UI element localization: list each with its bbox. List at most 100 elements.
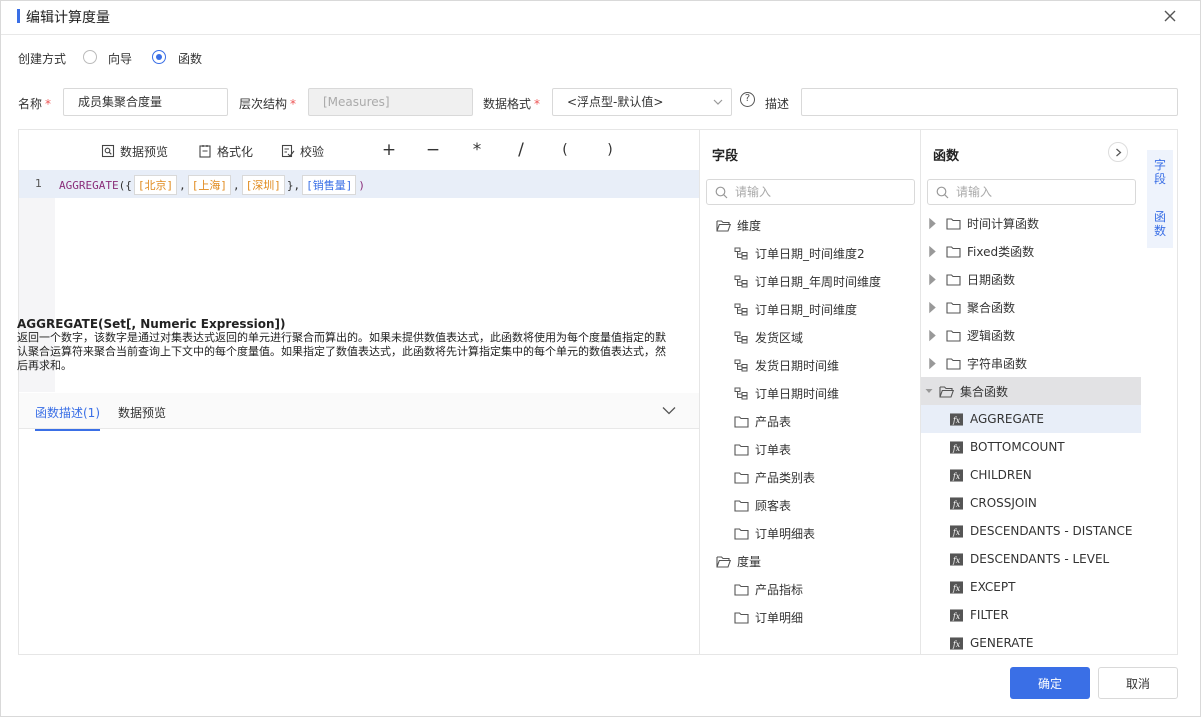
folder-icon — [946, 217, 961, 230]
field-item[interactable]: 订单日期_年周时间维度 — [734, 267, 881, 295]
fields-group[interactable]: 度量 — [716, 547, 761, 575]
field-item[interactable]: 产品类别表 — [734, 463, 815, 491]
caret-right-icon[interactable] — [925, 217, 940, 230]
field-item[interactable]: 订单日期_时间维度 — [734, 295, 857, 323]
operator-plus-button[interactable]: + — [380, 140, 398, 160]
operator-open-paren-button[interactable]: ( — [556, 142, 574, 158]
tab-function-description[interactable]: 函数描述(1) — [35, 404, 100, 431]
validate-button[interactable]: 校验 — [281, 142, 324, 160]
cancel-button[interactable]: 取消 — [1098, 667, 1178, 699]
operator-minus-button[interactable]: − — [424, 140, 442, 160]
tree-item-label: DESCENDANTS - DISTANCE — [970, 524, 1133, 538]
tree-item-label: CROSSJOIN — [970, 496, 1037, 510]
function-icon: fx — [949, 496, 964, 510]
fields-search-input[interactable] — [735, 183, 905, 201]
folder-icon — [734, 499, 749, 512]
close-button[interactable] — [1161, 7, 1179, 25]
field-item[interactable]: 发货区域 — [734, 323, 803, 351]
function-item[interactable]: fx DESCENDANTS - LEVEL — [921, 545, 1141, 573]
caret-right-icon[interactable] — [925, 329, 940, 342]
function-category[interactable]: 时间计算函数 — [921, 209, 1141, 237]
function-category[interactable]: 聚合函数 — [921, 293, 1141, 321]
tree-item-label: 发货区域 — [755, 330, 804, 345]
ok-button[interactable]: 确定 — [1010, 667, 1090, 699]
folder-icon — [734, 415, 749, 428]
operator-divide-button[interactable]: / — [512, 140, 530, 160]
hierarchy-icon — [734, 275, 749, 288]
close-icon — [1164, 10, 1176, 22]
functions-search[interactable] — [927, 179, 1136, 205]
tree-item-label: 订单表 — [755, 442, 792, 457]
tree-item-label: CHILDREN — [970, 468, 1032, 482]
tree-item-label: 产品类别表 — [755, 470, 816, 485]
name-input[interactable]: 成员集聚合度量 — [63, 88, 228, 116]
tree-item-label: 时间计算函数 — [967, 216, 1040, 231]
hierarchy-label-text: 层次结构 — [239, 97, 288, 111]
description-input[interactable] — [801, 88, 1178, 116]
caret-right-icon[interactable] — [925, 245, 940, 258]
function-item[interactable]: fx AGGREGATE — [921, 405, 1141, 433]
format-button[interactable]: 格式化 — [198, 142, 253, 160]
function-category[interactable]: 集合函数 — [921, 377, 1141, 405]
tree-item-label: 产品表 — [755, 414, 792, 429]
member-token[interactable]: [上海] — [187, 175, 231, 195]
field-item[interactable]: 顾客表 — [734, 491, 791, 519]
function-item[interactable]: fx DESCENDANTS - DISTANCE — [921, 517, 1141, 545]
mode-wizard-label[interactable]: 向导 — [108, 50, 132, 67]
field-item[interactable]: 产品指标 — [734, 575, 803, 603]
operator-multiply-button[interactable]: * — [468, 140, 486, 160]
help-icon[interactable]: ? — [740, 92, 755, 107]
data-preview-button[interactable]: 数据预览 — [101, 142, 168, 160]
svg-text:fx: fx — [952, 443, 961, 452]
code-line[interactable]: AGGREGATE ({ [北京] , [上海] , [深圳] }, [销售量]… — [59, 174, 365, 196]
side-tab-functions[interactable]: 函数 — [1147, 200, 1173, 248]
close-token: ) — [358, 178, 365, 192]
fields-group[interactable]: 维度 — [716, 211, 761, 239]
function-icon: fx — [949, 580, 964, 594]
preview-icon — [101, 144, 115, 158]
collapse-pane-button[interactable] — [1108, 142, 1128, 162]
mode-function-label[interactable]: 函数 — [178, 50, 202, 67]
caret-right-icon[interactable] — [925, 301, 940, 314]
tree-item-label: 订单日期_年周时间维度 — [755, 274, 882, 289]
functions-search-input[interactable] — [956, 183, 1126, 201]
member-token[interactable]: [北京] — [133, 175, 178, 195]
member-token[interactable]: [深圳] — [241, 175, 285, 195]
chevron-down-icon[interactable] — [662, 406, 676, 415]
field-item[interactable]: 发货日期时间维 — [734, 351, 839, 379]
field-item[interactable]: 订单明细表 — [734, 519, 815, 547]
caret-right-icon[interactable] — [925, 357, 940, 370]
caret-right-icon[interactable] — [925, 273, 940, 286]
function-category[interactable]: 日期函数 — [921, 265, 1141, 293]
function-item[interactable]: fx FILTER — [921, 601, 1141, 629]
field-item[interactable]: 订单表 — [734, 435, 791, 463]
mode-function-radio[interactable] — [152, 50, 166, 64]
function-item[interactable]: fx EXCEPT — [921, 573, 1141, 601]
function-category[interactable]: Fixed类函数 — [921, 237, 1141, 265]
mode-wizard-radio[interactable] — [83, 50, 97, 64]
field-item[interactable]: 产品表 — [734, 407, 791, 435]
svg-text:fx: fx — [952, 611, 961, 620]
function-item[interactable]: fx GENERATE — [921, 629, 1141, 654]
folder-icon — [734, 527, 749, 540]
tab-data-preview[interactable]: 数据预览 — [118, 404, 166, 421]
function-category[interactable]: 字符串函数 — [921, 349, 1141, 377]
tree-item-label: 订单日期时间维 — [755, 386, 840, 401]
tree-item-label: AGGREGATE — [970, 412, 1045, 426]
format-select[interactable]: <浮点型-默认值> — [552, 88, 732, 116]
svg-text:fx: fx — [952, 415, 961, 424]
operator-close-paren-button[interactable]: ) — [601, 142, 619, 158]
measure-token[interactable]: [销售量] — [302, 175, 357, 195]
function-item[interactable]: fx CROSSJOIN — [921, 489, 1141, 517]
folder-icon — [946, 357, 961, 370]
caret-down-icon[interactable] — [925, 388, 933, 394]
hierarchy-input: [Measures] — [308, 88, 473, 116]
field-item[interactable]: 订单明细 — [734, 603, 803, 631]
function-item[interactable]: fx BOTTOMCOUNT — [921, 433, 1141, 461]
field-item[interactable]: 订单日期时间维 — [734, 379, 839, 407]
field-item[interactable]: 订单日期_时间维度2 — [734, 239, 865, 267]
fields-search[interactable] — [706, 179, 915, 205]
function-category[interactable]: 逻辑函数 — [921, 321, 1141, 349]
function-item[interactable]: fx CHILDREN — [921, 461, 1141, 489]
search-icon — [715, 186, 728, 199]
